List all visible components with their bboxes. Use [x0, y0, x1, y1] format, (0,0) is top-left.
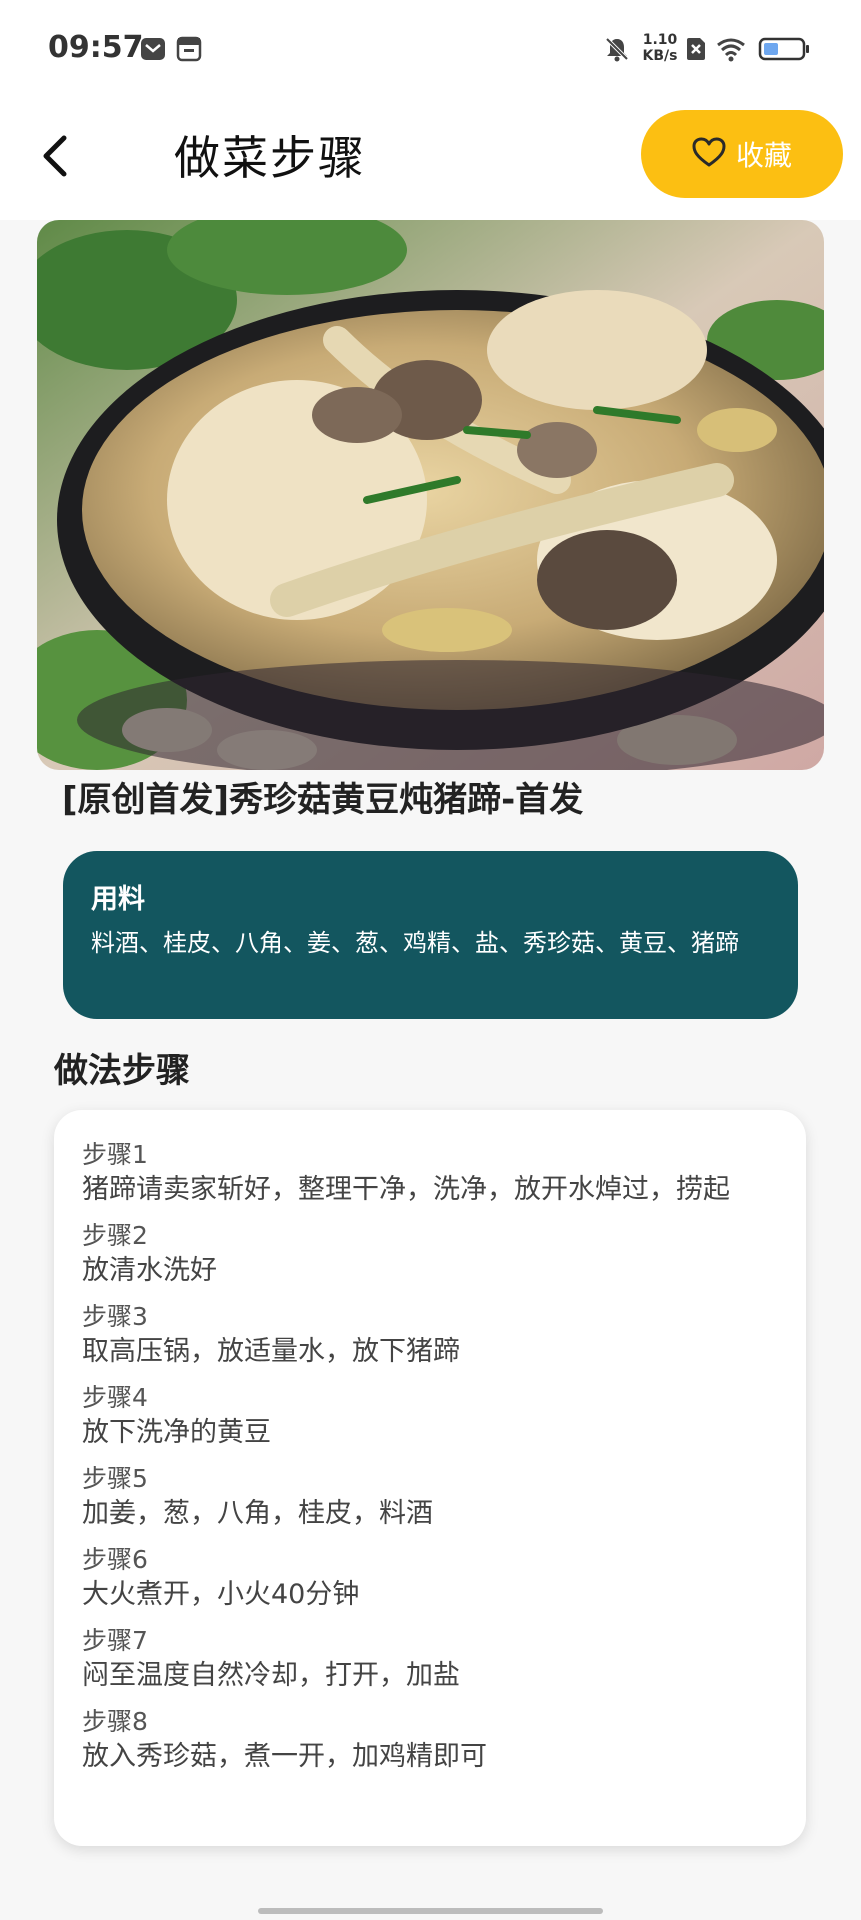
step-item: 步骤5 加姜，葱，八角，桂皮，料酒	[82, 1462, 778, 1532]
battery-icon	[758, 36, 810, 62]
dish-image	[37, 220, 824, 770]
status-bar: 09:57 1.10 KB/s	[0, 0, 861, 100]
step-item: 步骤1 猪蹄请卖家斩好，整理干净，洗净，放开水焯过，捞起	[82, 1138, 778, 1208]
chevron-left-icon	[30, 135, 90, 190]
status-time: 09:57	[48, 30, 144, 65]
notification-box-icon	[176, 36, 202, 62]
favorite-label: 收藏	[735, 139, 792, 172]
steps-card: 步骤1 猪蹄请卖家斩好，整理干净，洗净，放开水焯过，捞起 步骤2 放清水洗好 步…	[54, 1110, 806, 1846]
step-label: 步骤3	[82, 1302, 148, 1331]
step-item: 步骤6 大火煮开，小火40分钟	[82, 1543, 778, 1613]
network-speed: 1.10 KB/s	[640, 32, 680, 64]
step-label: 步骤1	[82, 1140, 148, 1169]
step-text: 放清水洗好	[82, 1255, 217, 1286]
step-item: 步骤2 放清水洗好	[82, 1219, 778, 1289]
step-label: 步骤4	[82, 1383, 148, 1412]
step-label: 步骤7	[82, 1626, 148, 1655]
step-text: 加姜，葱，八角，桂皮，料酒	[82, 1498, 433, 1529]
wifi-icon	[716, 36, 746, 62]
message-icon	[140, 36, 166, 62]
step-text: 大火煮开，小火40分钟	[82, 1579, 360, 1610]
network-speed-unit: KB/s	[642, 48, 678, 64]
ingredients-list: 料酒、桂皮、八角、姜、葱、鸡精、盐、秀珍菇、黄豆、猪蹄	[91, 929, 739, 957]
step-label: 步骤6	[82, 1545, 148, 1574]
step-text: 放下洗净的黄豆	[82, 1417, 271, 1448]
steps-heading: 做法步骤	[54, 1051, 190, 1091]
step-item: 步骤4 放下洗净的黄豆	[82, 1381, 778, 1451]
sim-x-icon	[685, 36, 711, 62]
app-bar: 做菜步骤 收藏	[0, 100, 861, 220]
mute-bell-icon	[604, 36, 630, 62]
network-speed-value: 1.10	[642, 32, 678, 48]
step-text: 闷至温度自然冷却，打开，加盐	[82, 1660, 460, 1691]
recipe-title: [原创首发]秀珍菇黄豆炖猪蹄-首发	[62, 780, 584, 820]
step-label: 步骤5	[82, 1464, 148, 1493]
ingredients-heading: 用料	[91, 884, 145, 915]
home-indicator[interactable]	[258, 1908, 603, 1914]
step-item: 步骤8 放入秀珍菇，煮一开，加鸡精即可	[82, 1705, 778, 1775]
back-button[interactable]	[30, 126, 90, 186]
step-text: 取高压锅，放适量水，放下猪蹄	[82, 1336, 460, 1367]
step-text: 放入秀珍菇，煮一开，加鸡精即可	[82, 1741, 487, 1772]
step-label: 步骤8	[82, 1707, 148, 1736]
page-title: 做菜步骤	[174, 131, 366, 185]
step-label: 步骤2	[82, 1221, 148, 1250]
step-item: 步骤3 取高压锅，放适量水，放下猪蹄	[82, 1300, 778, 1370]
ingredients-card: 用料 料酒、桂皮、八角、姜、葱、鸡精、盐、秀珍菇、黄豆、猪蹄	[63, 851, 798, 1019]
favorite-button[interactable]: 收藏	[641, 110, 843, 198]
step-item: 步骤7 闷至温度自然冷却，打开，加盐	[82, 1624, 778, 1694]
heart-outline-icon	[692, 137, 726, 171]
step-text: 猪蹄请卖家斩好，整理干净，洗净，放开水焯过，捞起	[82, 1174, 730, 1205]
